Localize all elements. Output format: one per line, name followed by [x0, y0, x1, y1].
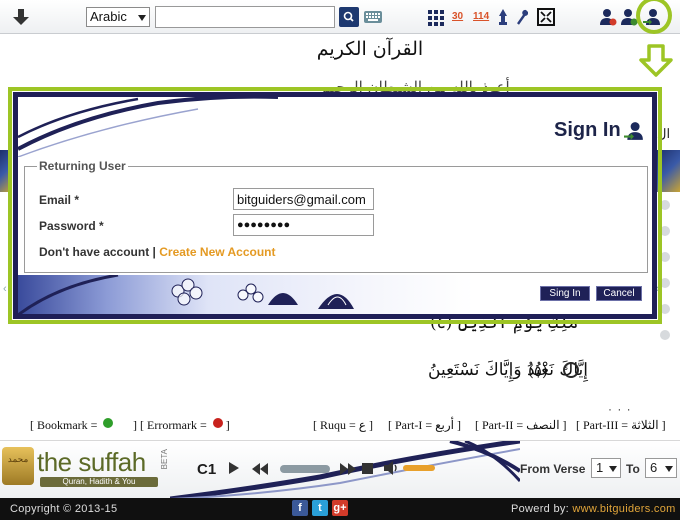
grid-icon[interactable]: [428, 8, 444, 26]
to-verse-select[interactable]: 6: [645, 458, 677, 478]
dialog-title: Sign In: [554, 119, 621, 141]
chevron-down-icon: [138, 15, 146, 21]
audio-progress-slider[interactable]: [280, 465, 330, 473]
lamp-icon[interactable]: [496, 8, 510, 26]
email-field[interactable]: [233, 188, 374, 210]
powered-by-link[interactable]: www.bitguiders.com: [572, 503, 675, 515]
site-tagline: Quran, Hadith & You: [40, 477, 158, 487]
ruqu-legend: [ Ruqu = ع ]: [313, 418, 373, 432]
search-input[interactable]: [155, 6, 335, 28]
bookmark-dot-icon: [103, 418, 114, 428]
from-verse-value: 1: [596, 460, 604, 475]
bookmark-legend: [ Bookmark =: [30, 418, 116, 433]
audio-player-bar: محمد the suffah Quran, Hadith & You BETA…: [0, 440, 680, 499]
chevron-down-icon: [665, 466, 673, 472]
logo-emblem: محمد: [2, 447, 34, 485]
previous-page-arrow-icon[interactable]: ‹: [3, 283, 7, 295]
verse-5-number: (٥): [528, 362, 548, 380]
sign-in-button[interactable]: Sing In: [540, 286, 590, 301]
sign-in-dialog: Sign In Returning User Email * Password …: [13, 92, 657, 319]
email-label: Email *: [39, 193, 80, 207]
copyright-text: Copyright © 2013-15: [10, 503, 118, 515]
scroll-dot[interactable]: [660, 330, 670, 340]
beta-label: BETA: [160, 449, 169, 470]
quran-title: القرآن الكريم: [316, 38, 424, 60]
language-select[interactable]: Arabic: [86, 7, 150, 27]
facebook-icon[interactable]: f: [292, 500, 308, 516]
fast-forward-icon[interactable]: [340, 463, 356, 475]
cancel-button[interactable]: Cancel: [596, 286, 642, 301]
google-plus-icon[interactable]: g+: [332, 500, 348, 516]
user-profile-icon[interactable]: [599, 8, 617, 26]
verse-play-marker-icon[interactable]: [563, 362, 579, 378]
powered-by: Powerd by: www.bitguiders.com: [511, 503, 676, 515]
repeat-button[interactable]: C1: [197, 461, 216, 478]
volume-slider[interactable]: [403, 465, 435, 471]
language-select-value: Arabic: [90, 9, 127, 24]
bookmark-legend-label: [ Bookmark =: [30, 418, 101, 432]
fullscreen-icon[interactable]: [537, 8, 555, 26]
decorative-swoosh: [18, 97, 278, 157]
part1-legend: [ Part-I = أربع ]: [388, 418, 461, 432]
legend-row: [ Bookmark = ] [ Errormark = ] [ Ruqu = …: [0, 414, 680, 438]
to-verse-value: 6: [650, 460, 658, 475]
errormark-legend: ] [ Errormark = ]: [133, 418, 230, 433]
from-verse-select[interactable]: 1: [591, 458, 621, 478]
password-field[interactable]: ●●●●●●●●: [233, 214, 374, 236]
chevron-down-icon: [609, 466, 617, 472]
site-logo[interactable]: the suffah: [37, 447, 146, 478]
fieldset-legend: Returning User: [37, 159, 128, 173]
to-verse-label: To: [626, 462, 640, 476]
errormark-legend-label: ] [ Errormark =: [133, 418, 210, 432]
from-verse-label: From Verse: [520, 462, 586, 476]
keyboard-icon[interactable]: [364, 11, 382, 23]
volume-icon[interactable]: [384, 461, 400, 475]
search-icon: [343, 11, 354, 22]
create-account-link[interactable]: Create New Account: [159, 245, 275, 259]
footer: Copyright © 2013-15 f t g+ Powerd by: ww…: [0, 498, 680, 520]
password-label: Password *: [39, 219, 104, 233]
surah-index-button[interactable]: 114: [473, 8, 491, 26]
juz-index-button[interactable]: 30: [452, 8, 468, 26]
no-account-label: Don't have account |: [39, 245, 160, 259]
top-toolbar: Arabic 30 114: [0, 0, 680, 34]
part2-legend: [ Part-II = النصف ]: [475, 418, 567, 432]
play-button[interactable]: [229, 462, 239, 474]
user-signin-icon: [624, 122, 643, 140]
errormark-legend-end: ]: [225, 418, 230, 432]
no-account-text: Don't have account | Create New Account: [39, 245, 275, 259]
stop-button[interactable]: [362, 463, 373, 474]
search-button[interactable]: [339, 7, 359, 27]
errormark-dot-icon: [212, 418, 223, 428]
powered-by-label: Powerd by:: [511, 503, 570, 515]
twitter-icon[interactable]: t: [312, 500, 328, 516]
download-arrow-icon[interactable]: [12, 8, 30, 26]
rewind-icon[interactable]: [252, 463, 268, 475]
part3-legend: [ Part-III = الثلاثة ]: [576, 418, 666, 432]
settings-wrench-icon[interactable]: [516, 8, 530, 26]
